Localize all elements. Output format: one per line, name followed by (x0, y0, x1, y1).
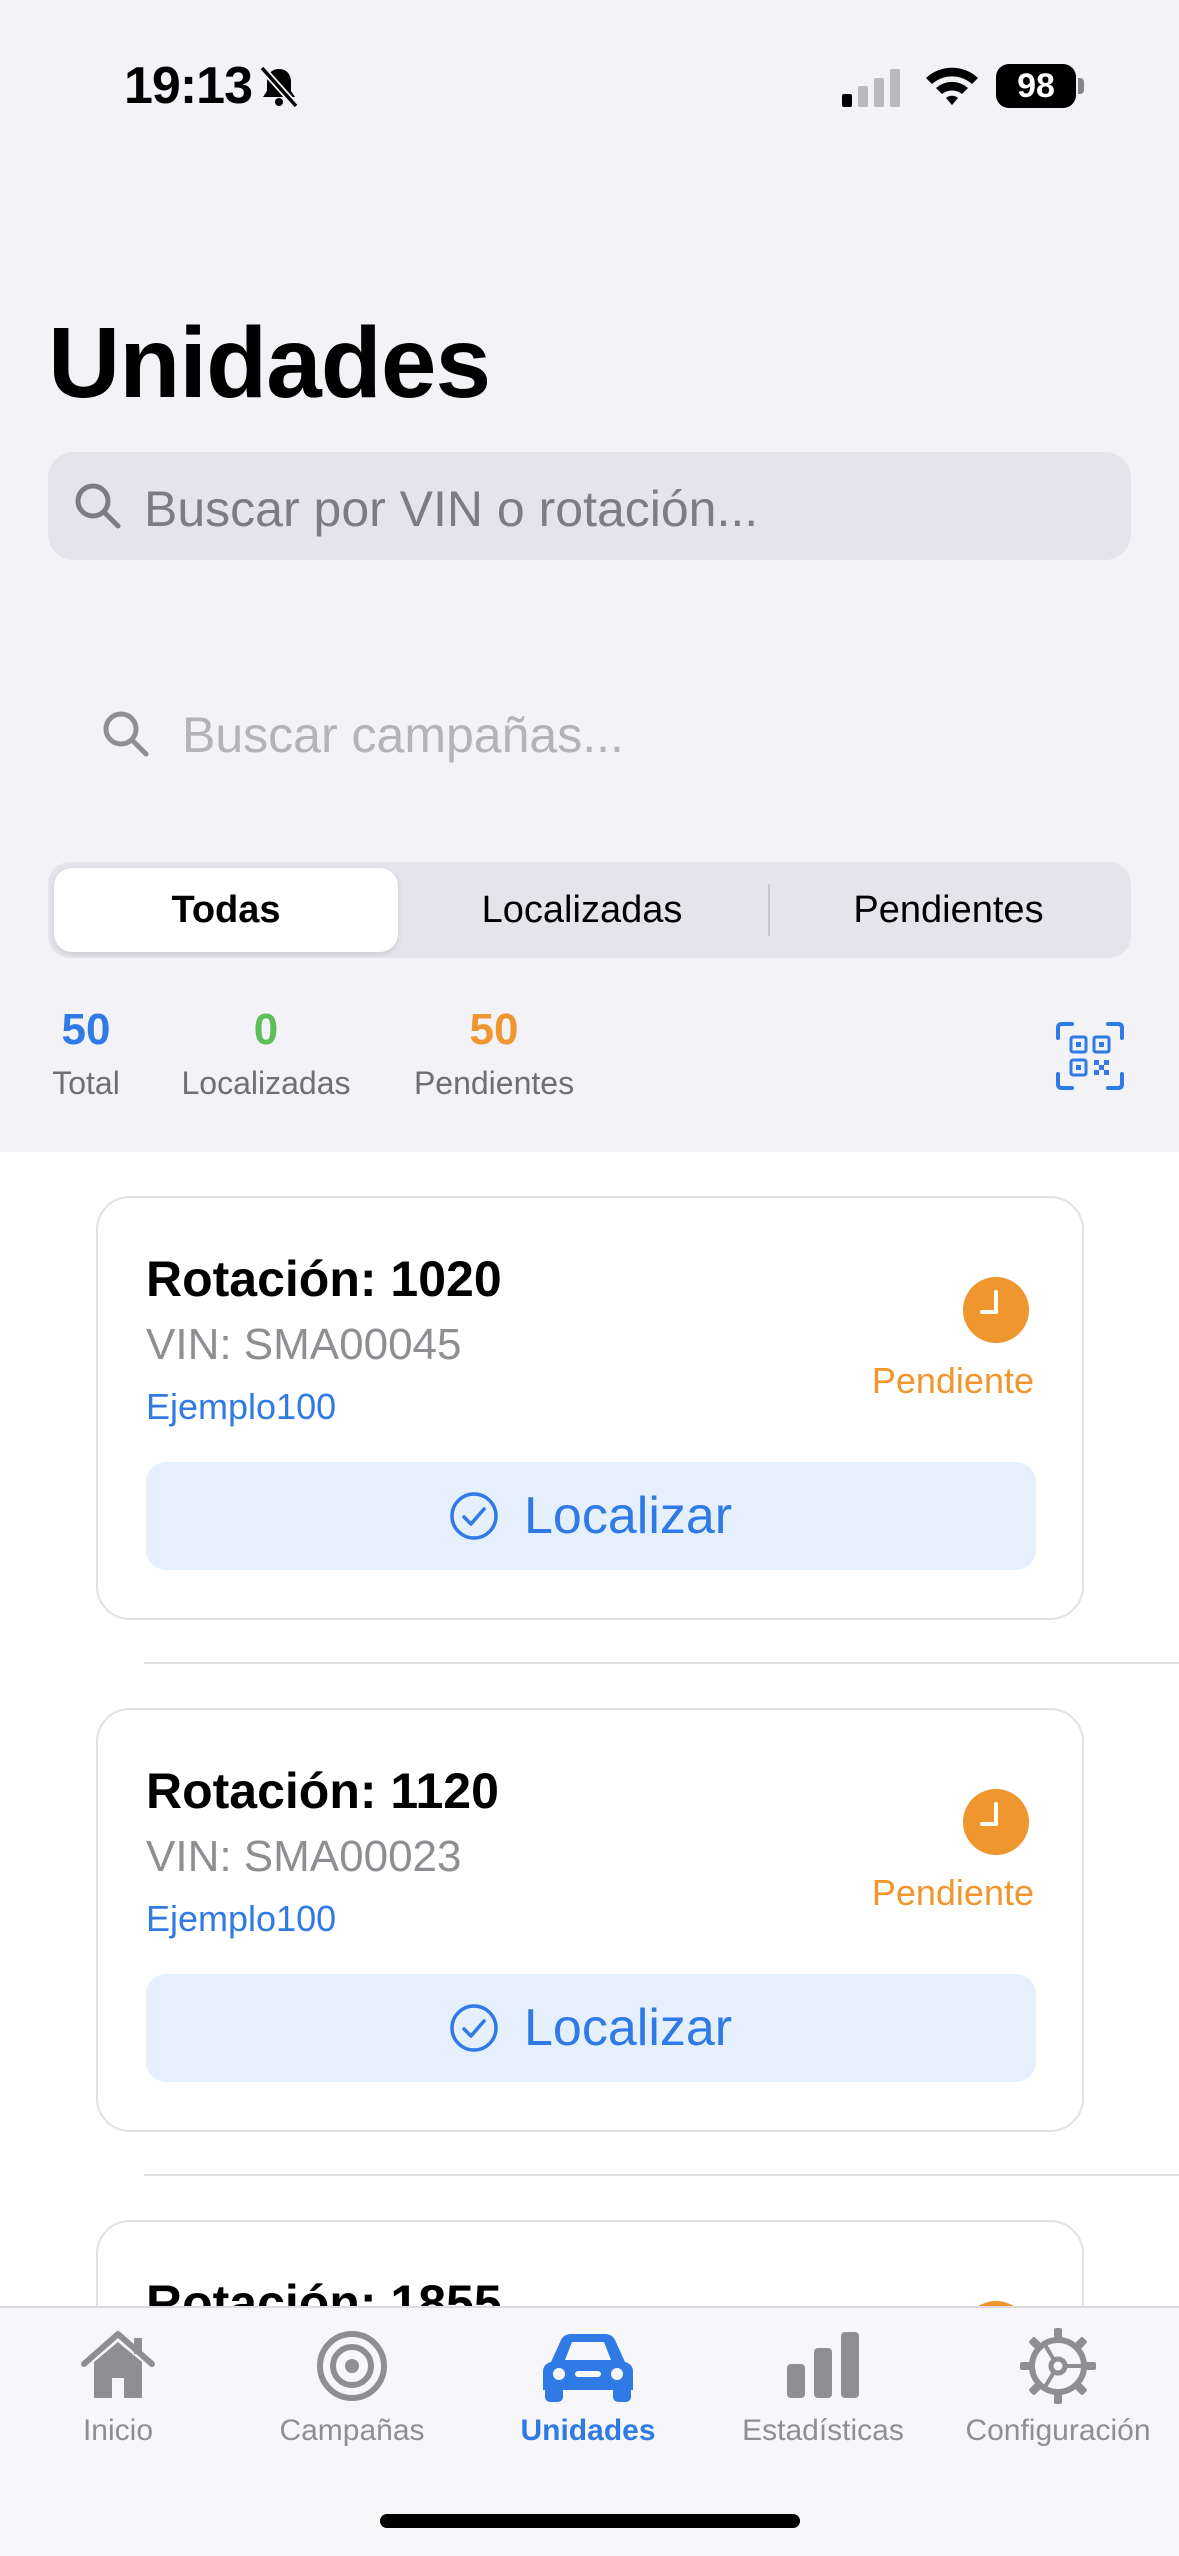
battery-indicator: 98 (996, 64, 1076, 108)
tab-configuracion-label: Configuración (965, 2414, 1151, 2447)
tab-configuracion[interactable]: Configuración (940, 2324, 1176, 2474)
stat-total-label: Total (52, 1065, 120, 1101)
stat-localizadas: 0 Localizadas (166, 1002, 366, 1108)
bar-chart-icon (787, 2332, 859, 2398)
clock-icon (963, 1789, 1029, 1855)
unit-vin: VIN: SMA00045 (146, 1320, 462, 1369)
status-label: Pendiente (871, 1360, 1034, 1401)
stat-localizadas-value: 0 (253, 1005, 279, 1054)
search-icon (75, 483, 121, 529)
localizar-button-label: Localizar (524, 1487, 733, 1545)
segment-localizadas[interactable]: Localizadas (410, 868, 754, 952)
unit-vin: VIN: SMA00023 (146, 1832, 462, 1881)
stat-pendientes-value: 50 (469, 1005, 519, 1054)
stat-total-value: 50 (61, 1005, 111, 1054)
checkmark-circle-icon (450, 1492, 498, 1540)
page-title: Unidades (48, 307, 491, 419)
localizar-button[interactable]: Localizar (146, 1462, 1036, 1570)
status-time: 19:13 (124, 57, 253, 115)
segment-divider (768, 884, 770, 936)
segment-todas[interactable]: Todas (54, 868, 398, 952)
unit-campaign: Ejemplo100 (146, 1898, 337, 1939)
home-indicator (380, 2514, 800, 2528)
bell-slash-icon (259, 65, 299, 109)
unit-card[interactable]: Rotación: 1120 VIN: SMA00023 Ejemplo100 … (96, 1708, 1084, 2132)
unit-rotation: Rotación: 1020 (146, 1251, 502, 1307)
localizar-button[interactable]: Localizar (146, 1974, 1036, 2082)
tab-estadisticas-label: Estadísticas (742, 2414, 904, 2447)
tab-campanas[interactable]: Campañas (234, 2324, 470, 2474)
search-icon (103, 711, 149, 757)
unit-campaign: Ejemplo100 (146, 1386, 337, 1427)
tab-unidades[interactable]: Unidades (470, 2324, 706, 2474)
stat-pendientes: 50 Pendientes (396, 1002, 592, 1108)
list-separator (144, 1662, 1179, 1664)
car-icon (543, 2334, 633, 2402)
list-separator (144, 2174, 1179, 2176)
campaign-search-placeholder: Buscar campañas... (182, 707, 624, 763)
screen: 19:13 98 Unidades Buscar por VIN o rotac… (0, 0, 1179, 2556)
search-placeholder: Buscar por VIN o rotación... (144, 481, 759, 537)
status-label: Pendiente (871, 1872, 1034, 1913)
clock-icon (963, 1277, 1029, 1343)
stat-localizadas-label: Localizadas (181, 1065, 351, 1101)
tab-inicio[interactable]: Inicio (0, 2324, 236, 2474)
checkmark-circle-icon (450, 2004, 498, 2052)
wifi-icon (926, 67, 978, 105)
campaign-search-input[interactable]: Buscar campañas... (96, 694, 1096, 774)
cellular-signal-icon (842, 69, 900, 107)
tab-unidades-label: Unidades (520, 2414, 656, 2447)
tab-campanas-label: Campañas (279, 2414, 425, 2447)
unit-card[interactable]: Rotación: 1020 VIN: SMA00045 Ejemplo100 … (96, 1196, 1084, 1620)
header-area (0, 0, 1179, 1152)
battery-tip (1078, 78, 1084, 94)
target-icon (317, 2331, 387, 2401)
qr-scan-icon[interactable] (1054, 1020, 1126, 1092)
tab-inicio-label: Inicio (82, 2414, 154, 2447)
localizar-button-label: Localizar (524, 1999, 733, 2057)
gear-icon (1020, 2328, 1096, 2404)
segment-pendientes[interactable]: Pendientes (772, 868, 1125, 952)
house-icon (81, 2331, 155, 2398)
stat-pendientes-label: Pendientes (413, 1065, 575, 1101)
stat-total: 50 Total (36, 1002, 136, 1108)
search-input[interactable]: Buscar por VIN o rotación... (48, 452, 1131, 560)
unit-rotation: Rotación: 1120 (146, 1763, 499, 1819)
filter-segmented-control: Todas Localizadas Pendientes (48, 862, 1131, 958)
tab-estadisticas[interactable]: Estadísticas (705, 2324, 941, 2474)
